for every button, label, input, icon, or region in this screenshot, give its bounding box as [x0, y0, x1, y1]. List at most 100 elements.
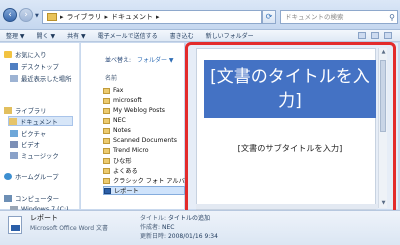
folder-icon [103, 117, 110, 124]
explorer-window: ‹ › ▼ ▸ ライブラリ ▸ ドキュメント ▸ ⟳ ドキュメントの検索 ⚲ 整… [0, 0, 400, 245]
nav-libraries[interactable]: ライブラリ [4, 105, 46, 115]
nav-label: ドキュメント [20, 118, 58, 126]
breadcrumb-library[interactable]: ライブラリ [67, 12, 102, 22]
search-placeholder: ドキュメントの検索 [285, 13, 344, 21]
nav-label: ホームグループ [15, 173, 59, 181]
list-item[interactable]: Trend Micro [103, 146, 185, 155]
file-name: Trend Micro [113, 147, 149, 154]
breadcrumb-separator: ▸ [156, 13, 160, 21]
breadcrumb-separator: ▸ [104, 13, 109, 21]
homegroup-icon [4, 172, 12, 180]
detail-author-row: 作成者: NEC [140, 222, 174, 231]
folder-icon [103, 87, 110, 94]
computer-icon [4, 194, 12, 202]
word-document-icon [104, 187, 111, 194]
detail-file-name: レポート [30, 214, 58, 222]
nav-label: お気に入り [15, 51, 47, 59]
detail-updated-row: 更新日時: 2008/01/16 9:34 [140, 231, 218, 240]
library-folder-icon [47, 13, 57, 21]
sort-label: 並べ替え: [105, 57, 132, 64]
breadcrumb-documents[interactable]: ドキュメント [111, 12, 153, 22]
new-folder-button[interactable]: 新しいフォルダー [206, 31, 254, 40]
library-icon [4, 106, 12, 114]
list-item[interactable]: Notes [103, 126, 185, 135]
refresh-button[interactable]: ⟳ [262, 10, 276, 24]
file-name: Fax [113, 87, 124, 94]
recent-pages-dropdown[interactable]: ▼ [35, 13, 39, 19]
recent-places-icon [10, 74, 18, 82]
list-item[interactable]: microsoft [103, 96, 185, 105]
word-document-icon [8, 216, 22, 234]
sort-dropdown[interactable]: フォルダー ▼ [137, 57, 174, 64]
view-controls [358, 32, 392, 39]
organize-button[interactable]: 整理 ▼ [6, 31, 25, 40]
nav-music[interactable]: ミュージック [10, 150, 59, 160]
share-button[interactable]: 共有 ▼ [67, 31, 86, 40]
email-button[interactable]: 電子メールで送信する [98, 31, 158, 40]
file-name: よくある [113, 168, 138, 175]
detail-author-value[interactable]: NEC [162, 224, 174, 231]
folder-icon [103, 147, 110, 154]
music-icon [10, 151, 18, 159]
nav-homegroup[interactable]: ホームグループ [4, 171, 59, 181]
nav-computer[interactable]: コンピューター [4, 193, 59, 203]
nav-label: ミュージック [21, 152, 59, 160]
help-icon[interactable] [384, 32, 392, 39]
search-input[interactable]: ドキュメントの検索 ⚲ [280, 10, 398, 24]
burn-button[interactable]: 書き込む [170, 31, 194, 40]
change-view-icon[interactable] [358, 32, 366, 39]
preview-highlight-frame [185, 42, 396, 216]
nav-documents[interactable]: ドキュメント [8, 116, 73, 126]
list-item[interactable]: My Weblog Posts [103, 106, 185, 115]
forward-button[interactable]: › [19, 8, 33, 22]
videos-icon [10, 140, 18, 148]
pictures-icon [10, 129, 18, 137]
search-icon[interactable]: ⚲ [389, 12, 395, 24]
file-name: NEC [113, 117, 126, 124]
nav-desktop[interactable]: デスクトップ [10, 61, 59, 71]
nav-label: コンピューター [15, 195, 60, 203]
desktop-icon [10, 62, 18, 70]
nav-recent[interactable]: 最近表示した場所 [10, 73, 71, 83]
nav-label: ビデオ [21, 141, 40, 149]
sort-control[interactable]: 並べ替え: フォルダー ▼ [105, 55, 173, 64]
detail-author-label: 作成者: [140, 224, 161, 231]
back-button[interactable]: ‹ [3, 8, 17, 22]
nav-label: デスクトップ [21, 63, 59, 71]
detail-title-value[interactable]: タイトルの追加 [168, 215, 210, 222]
list-item[interactable]: Scanned Documents [103, 136, 185, 145]
list-item-selected[interactable]: レポート [103, 186, 185, 195]
detail-file-type: Microsoft Office Word 文書 [30, 225, 108, 232]
folder-icon [103, 157, 110, 164]
preview-pane-icon[interactable] [371, 32, 379, 39]
folder-icon [103, 177, 110, 184]
detail-title-label: タイトル: [140, 215, 167, 222]
column-header-name[interactable]: 名前 [105, 73, 117, 82]
folder-icon [103, 127, 110, 134]
nav-videos[interactable]: ビデオ [10, 139, 40, 149]
file-name: Notes [113, 127, 131, 134]
command-bar: 整理 ▼ 開く ▼ 共有 ▼ 電子メールで送信する 書き込む 新しいフォルダー [0, 30, 400, 42]
list-item[interactable]: クラシック フォト アルバム [103, 176, 185, 185]
folder-icon [103, 97, 110, 104]
nav-pictures[interactable]: ピクチャ [10, 128, 46, 138]
address-bar[interactable]: ▸ ライブラリ ▸ ドキュメント ▸ [42, 10, 262, 24]
file-name: ひな形 [113, 158, 132, 165]
address-row: ‹ › ▼ ▸ ライブラリ ▸ ドキュメント ▸ ⟳ ドキュメントの検索 ⚲ [0, 0, 400, 30]
list-item[interactable]: よくある [103, 166, 185, 175]
folder-icon [103, 107, 110, 114]
detail-updated-value: 2008/01/16 9:34 [167, 233, 218, 240]
list-item[interactable]: NEC [103, 116, 185, 125]
breadcrumb-separator: ▸ [60, 13, 64, 21]
documents-icon [9, 117, 17, 125]
folder-icon [103, 137, 110, 144]
nav-favorites[interactable]: お気に入り [4, 49, 46, 59]
list-item[interactable]: ひな形 [103, 156, 185, 165]
list-item[interactable]: Fax [103, 86, 185, 95]
open-button[interactable]: 開く ▼ [37, 31, 56, 40]
navigation-pane: お気に入り デスクトップ 最近表示した場所 ライブラリ ドキュメント ピクチャ … [0, 43, 80, 213]
file-name: My Weblog Posts [113, 107, 166, 114]
star-icon [4, 50, 12, 58]
nav-label: 最近表示した場所 [21, 75, 72, 83]
detail-title-row: タイトル: タイトルの追加 [140, 213, 210, 222]
